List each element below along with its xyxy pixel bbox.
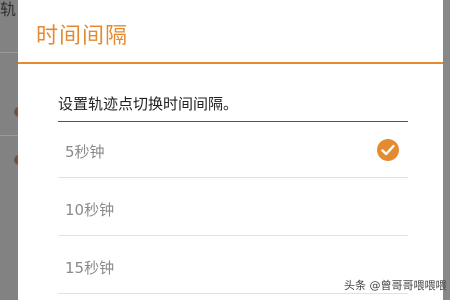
interval-dialog: 时间间隔 设置轨迹点切换时间间隔。 5秒钟 10秒钟 15秒钟 <box>18 0 443 300</box>
option-label: 5秒钟 <box>65 143 105 161</box>
option-10-seconds[interactable]: 10秒钟 <box>58 180 408 236</box>
background-right-strip <box>442 0 450 300</box>
dialog-message: 设置轨迹点切换时间间隔。 <box>58 95 239 113</box>
watermark: 头条 @曾哥哥喂喂喂 <box>344 279 447 292</box>
dialog-title: 时间间隔 <box>36 24 129 49</box>
check-circle-icon <box>377 139 399 161</box>
option-5-seconds[interactable]: 5秒钟 <box>58 122 408 178</box>
option-label: 15秒钟 <box>65 259 115 277</box>
title-divider <box>18 62 443 64</box>
option-label: 10秒钟 <box>65 201 115 219</box>
background-left-text: 轨 <box>0 0 17 19</box>
